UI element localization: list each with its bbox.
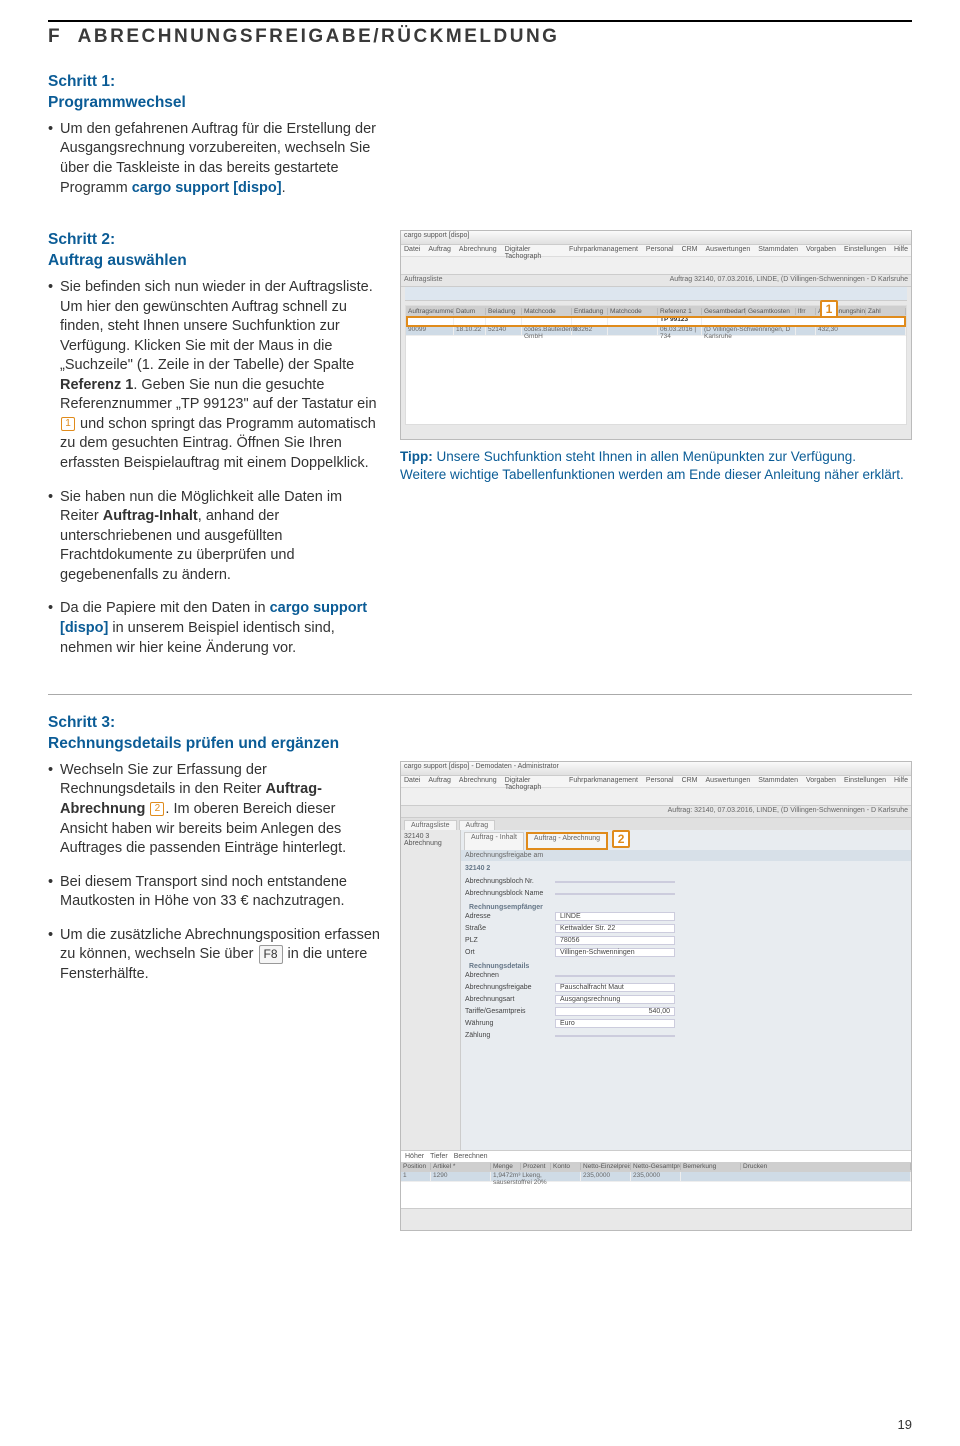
marker-2: 2 <box>612 830 630 848</box>
window-statusbar-2: Auftrag: 32140, 07.03.2016, LINDE, (D Vi… <box>401 806 911 818</box>
step3-title: Schritt 3:Rechnungsdetails prüfen und er… <box>48 713 912 755</box>
screenshot-1: cargo support [dispo] DateiAuftragAbrech… <box>400 230 912 440</box>
inline-marker-2: 2 <box>150 802 164 816</box>
step2-title: Schritt 2:Auftrag auswählen <box>48 230 380 272</box>
separator-rule <box>48 694 912 695</box>
step2-bullet-2: Sie haben nun die Möglichkeit alle Daten… <box>48 488 380 586</box>
highlight-tab-abrechnung: Auftrag - Abrechnung <box>526 832 608 850</box>
step1-bullet: Um den gefahrenen Auftrag für die Erstel… <box>48 120 388 198</box>
window-titlebar: cargo support [dispo] <box>401 231 911 245</box>
bottom-grid-row: 1 1290 1,9472m³ Lkeng, sauserstoffrei 20… <box>401 1172 911 1182</box>
window-menubar-2: DateiAuftragAbrechnungDigitaler Tachogra… <box>401 776 911 788</box>
window-menubar: DateiAuftragAbrechnungDigitaler Tachogra… <box>401 245 911 257</box>
step1-title: Schritt 1:Programmwechsel <box>48 72 912 114</box>
freigabe-row: Abrechnungsfreigabe am <box>461 850 911 861</box>
inline-marker-1: 1 <box>61 417 75 431</box>
step2-bullet-3: Da die Papiere mit den Daten in cargo su… <box>48 599 380 658</box>
step3-list: Wechseln Sie zur Erfassung der Rechnungs… <box>48 761 380 985</box>
step2-list: Sie befinden sich nun wieder in der Auft… <box>48 278 380 658</box>
step3-bullet-3: Um die zusätzliche Abrechnungsposition e… <box>48 926 380 985</box>
bottom-footer <box>401 1208 911 1220</box>
detail-grid: Abrechnungsbloch Nr. Abrechnungsblock Na… <box>461 872 911 1046</box>
tip: Tipp: Unsere Suchfunktion steht Ihnen in… <box>400 448 912 484</box>
inner-tabs: Auftrag - Inhalt Auftrag - Abrechnung 2 <box>461 830 911 850</box>
step1-list: Um den gefahrenen Auftrag für die Erstel… <box>48 120 388 198</box>
window-statusbar: Auftrag 32140, 07.03.2016, LINDE, (D Vil… <box>401 275 911 287</box>
window-titlebar-2: cargo support [dispo] - Demodaten - Admi… <box>401 762 911 776</box>
detail-abrechnungsinfo: 32140 2 <box>461 861 911 872</box>
outer-tabs: Auftragsliste Auftrag <box>401 818 911 830</box>
window-toolbar-2 <box>401 788 911 806</box>
table-area: Auftragsnummer Datum Beladung Matchcode … <box>405 305 907 425</box>
section-title: F ABRECHNUNGSFREIGABE/RÜCKMELDUNG <box>48 26 912 48</box>
step2-bullet-1: Sie befinden sich nun wieder in der Auft… <box>48 278 380 474</box>
step3-bullet-2: Bei diesem Transport sind noch entstande… <box>48 873 380 912</box>
table-data-row: 90099 18.10.22 52140 codes.Bauteiderite … <box>406 326 906 336</box>
step3-bullet-1: Wechseln Sie zur Erfassung der Rechnungs… <box>48 761 380 859</box>
left-pane: 32140 3 Abrechnung <box>401 830 461 1150</box>
bottom-grid-header: Position Artikel * Menge Prozent Konto N… <box>401 1162 911 1172</box>
window-toolbar <box>401 257 911 275</box>
screenshot-2: cargo support [dispo] - Demodaten - Admi… <box>400 761 912 1231</box>
bottom-grid: Höher Tiefer Berechnen Position Artikel … <box>401 1150 911 1220</box>
marker-1: 1 <box>820 300 838 318</box>
keycap-f8: F8 <box>259 945 283 963</box>
page-number: 19 <box>898 1417 912 1432</box>
